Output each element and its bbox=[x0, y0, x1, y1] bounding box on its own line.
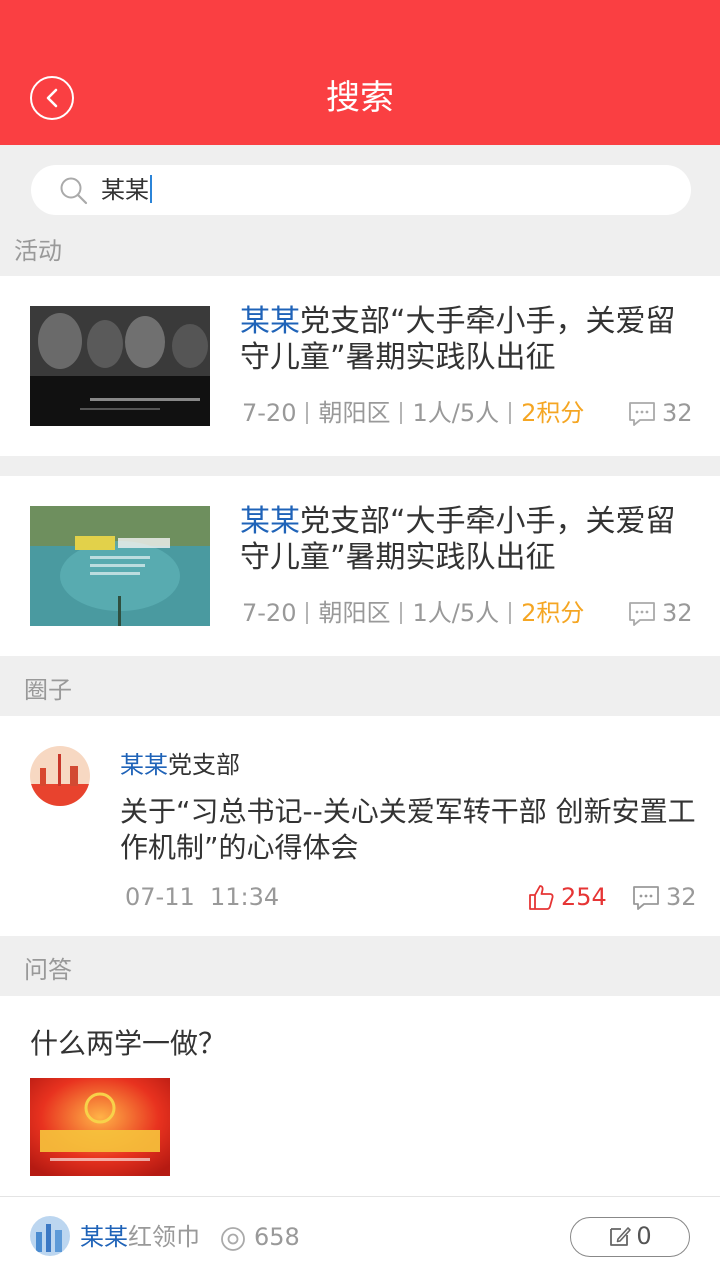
activity-title-rest: 党支部“大手牵小手，关爱留守儿童”暑期实践队出征 bbox=[240, 304, 676, 375]
qa-image[interactable] bbox=[30, 1078, 170, 1176]
separator bbox=[306, 402, 309, 424]
user-avatar[interactable] bbox=[30, 1216, 70, 1256]
search-value: 某某 bbox=[101, 176, 149, 204]
separator bbox=[400, 402, 403, 424]
thumbs-up-icon bbox=[529, 885, 554, 910]
separator bbox=[509, 602, 512, 624]
comment-count: 32 bbox=[662, 399, 693, 427]
activity-district: 朝阳区 bbox=[318, 599, 391, 627]
qa-user-rest: 红领巾 bbox=[128, 1223, 200, 1251]
circle-comments[interactable]: 32 bbox=[632, 882, 697, 912]
avatar[interactable] bbox=[30, 746, 90, 806]
section-label-activity: 活动 bbox=[14, 237, 62, 265]
top-bar: 搜索 bbox=[0, 0, 720, 145]
activity-date: 7-20 bbox=[242, 399, 297, 427]
qa-views: 658 bbox=[218, 1222, 300, 1252]
post-date: 07-11 bbox=[125, 883, 195, 911]
qa-question: 什么两学一做？ bbox=[30, 1027, 227, 1060]
section-label-circle: 圈子 bbox=[24, 676, 72, 704]
circle-post-title: 关于“习总书记--关心关爱军转干部 创新安置工作机制”的心得体会 bbox=[120, 795, 696, 864]
activity-card[interactable]: 某某党支部“大手牵小手，关爱留守儿童”暑期实践队出征 7-20 朝阳区 1人/5人 2… bbox=[0, 476, 720, 656]
activity-people: 1人/5人 bbox=[412, 399, 500, 427]
activity-meta: 7-20 朝阳区 1人/5人 2积分 bbox=[242, 598, 584, 628]
circle-post-card[interactable]: 某某党支部 关于“习总书记--关心关爱军转干部 创新安置工作机制”的心得体会 0… bbox=[0, 716, 720, 936]
comment-count: 32 bbox=[662, 599, 693, 627]
comment-icon bbox=[629, 402, 655, 426]
activity-comments[interactable]: 32 bbox=[628, 598, 693, 628]
activity-title-rest: 党支部“大手牵小手，关爱留守儿童”暑期实践队出征 bbox=[240, 504, 676, 575]
answer-button[interactable]: 0 bbox=[570, 1217, 690, 1257]
circle-author-rest: 党支部 bbox=[168, 751, 240, 779]
like-button[interactable]: 254 bbox=[527, 882, 607, 912]
divider bbox=[0, 1196, 720, 1197]
activity-points: 2积分 bbox=[521, 399, 585, 427]
qa-user-keyword: 某某 bbox=[80, 1223, 128, 1251]
text-caret bbox=[150, 175, 152, 203]
separator bbox=[400, 602, 403, 624]
activity-thumbnail bbox=[30, 306, 210, 426]
activity-thumbnail bbox=[30, 506, 210, 626]
comment-icon bbox=[633, 886, 659, 910]
qa-user-name[interactable]: 某某红领巾 bbox=[80, 1222, 200, 1252]
like-count: 254 bbox=[561, 883, 607, 911]
activity-comments[interactable]: 32 bbox=[628, 398, 693, 428]
activity-meta: 7-20 朝阳区 1人/5人 2积分 bbox=[242, 398, 584, 428]
section-label-qa: 问答 bbox=[24, 956, 72, 984]
activity-title-keyword: 某某 bbox=[240, 504, 300, 539]
view-count: 658 bbox=[254, 1223, 300, 1251]
edit-icon bbox=[610, 1227, 632, 1246]
activity-title-keyword: 某某 bbox=[240, 304, 300, 339]
circle-post-time: 07-11 11:34 bbox=[125, 882, 279, 912]
search-input[interactable]: 某某 bbox=[31, 165, 691, 215]
qa-card[interactable]: 什么两学一做？ 某某红领巾 658 0 bbox=[0, 996, 720, 1280]
post-time: 11:34 bbox=[210, 883, 280, 911]
circle-author-keyword: 某某 bbox=[120, 751, 168, 779]
activity-title: 某某党支部“大手牵小手，关爱留守儿童”暑期实践队出征 bbox=[240, 504, 700, 576]
circle-author[interactable]: 某某党支部 bbox=[120, 750, 240, 780]
activity-title: 某某党支部“大手牵小手，关爱留守儿童”暑期实践队出征 bbox=[240, 304, 700, 376]
search-icon bbox=[60, 177, 88, 205]
activity-people: 1人/5人 bbox=[412, 599, 500, 627]
activity-date: 7-20 bbox=[242, 599, 297, 627]
page-title: 搜索 bbox=[326, 78, 394, 118]
activity-points: 2积分 bbox=[521, 599, 585, 627]
separator bbox=[509, 402, 512, 424]
comment-count: 32 bbox=[666, 883, 697, 911]
separator bbox=[306, 602, 309, 624]
answer-count: 0 bbox=[636, 1222, 652, 1250]
eye-icon bbox=[221, 1227, 245, 1251]
comment-icon bbox=[629, 602, 655, 626]
activity-card[interactable]: 某某党支部“大手牵小手，关爱留守儿童”暑期实践队出征 7-20 朝阳区 1人/5人 2… bbox=[0, 276, 720, 456]
activity-district: 朝阳区 bbox=[318, 399, 391, 427]
